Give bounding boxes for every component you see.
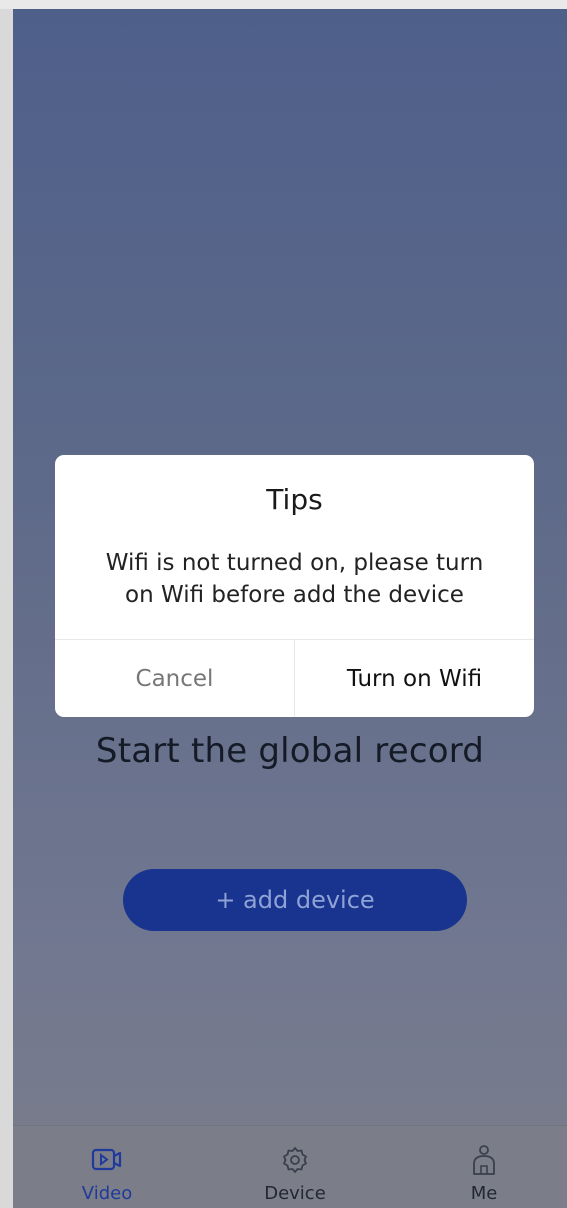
dialog-title: Tips bbox=[266, 483, 323, 516]
dialog-message-line-2: on Wifi before add the device bbox=[125, 582, 464, 608]
cancel-button[interactable]: Cancel bbox=[55, 640, 295, 717]
top-edge bbox=[0, 0, 567, 9]
page-headline: Start the global record bbox=[95, 731, 485, 771]
tab-me-label: Me bbox=[470, 1183, 498, 1204]
tab-me[interactable]: Me bbox=[424, 1126, 544, 1208]
tab-device-label: Device bbox=[264, 1183, 326, 1204]
turn-on-wifi-button[interactable]: Turn on Wifi bbox=[295, 640, 534, 717]
dialog-actions: Cancel Turn on Wifi bbox=[55, 639, 534, 717]
tab-video-label: Video bbox=[81, 1183, 133, 1204]
gear-icon bbox=[279, 1144, 311, 1176]
tab-video[interactable]: Video bbox=[47, 1126, 167, 1208]
tab-device[interactable]: Device bbox=[235, 1126, 355, 1208]
device-frame: Start the global record + add device Vid… bbox=[0, 0, 567, 1208]
video-icon bbox=[91, 1144, 123, 1176]
tips-dialog: Tips Wifi is not turned on, please turn … bbox=[55, 455, 534, 717]
dialog-message-line-1: Wifi is not turned on, please turn bbox=[105, 550, 484, 576]
bottom-tab-bar: Video Device Me bbox=[13, 1125, 567, 1208]
app-screen: Start the global record + add device Vid… bbox=[13, 9, 567, 1208]
dialog-message: Wifi is not turned on, please turn on Wi… bbox=[85, 547, 504, 611]
left-edge bbox=[0, 9, 13, 1208]
add-device-button[interactable]: + add device bbox=[123, 869, 467, 931]
person-icon bbox=[468, 1144, 500, 1176]
